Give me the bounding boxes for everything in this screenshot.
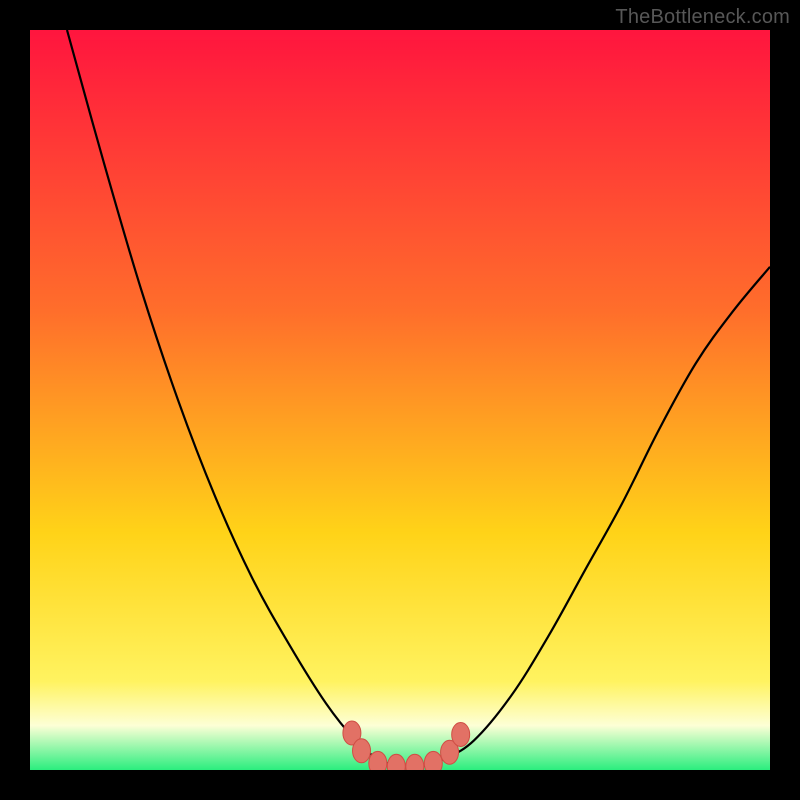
gradient-background — [30, 30, 770, 770]
curve-marker — [452, 722, 470, 746]
curve-marker — [369, 751, 387, 770]
plot-area — [30, 30, 770, 770]
attribution-text: TheBottleneck.com — [615, 6, 790, 29]
curve-marker — [353, 739, 371, 763]
chart-frame: TheBottleneck.com — [0, 0, 800, 800]
chart-svg — [30, 30, 770, 770]
curve-marker — [424, 751, 442, 770]
